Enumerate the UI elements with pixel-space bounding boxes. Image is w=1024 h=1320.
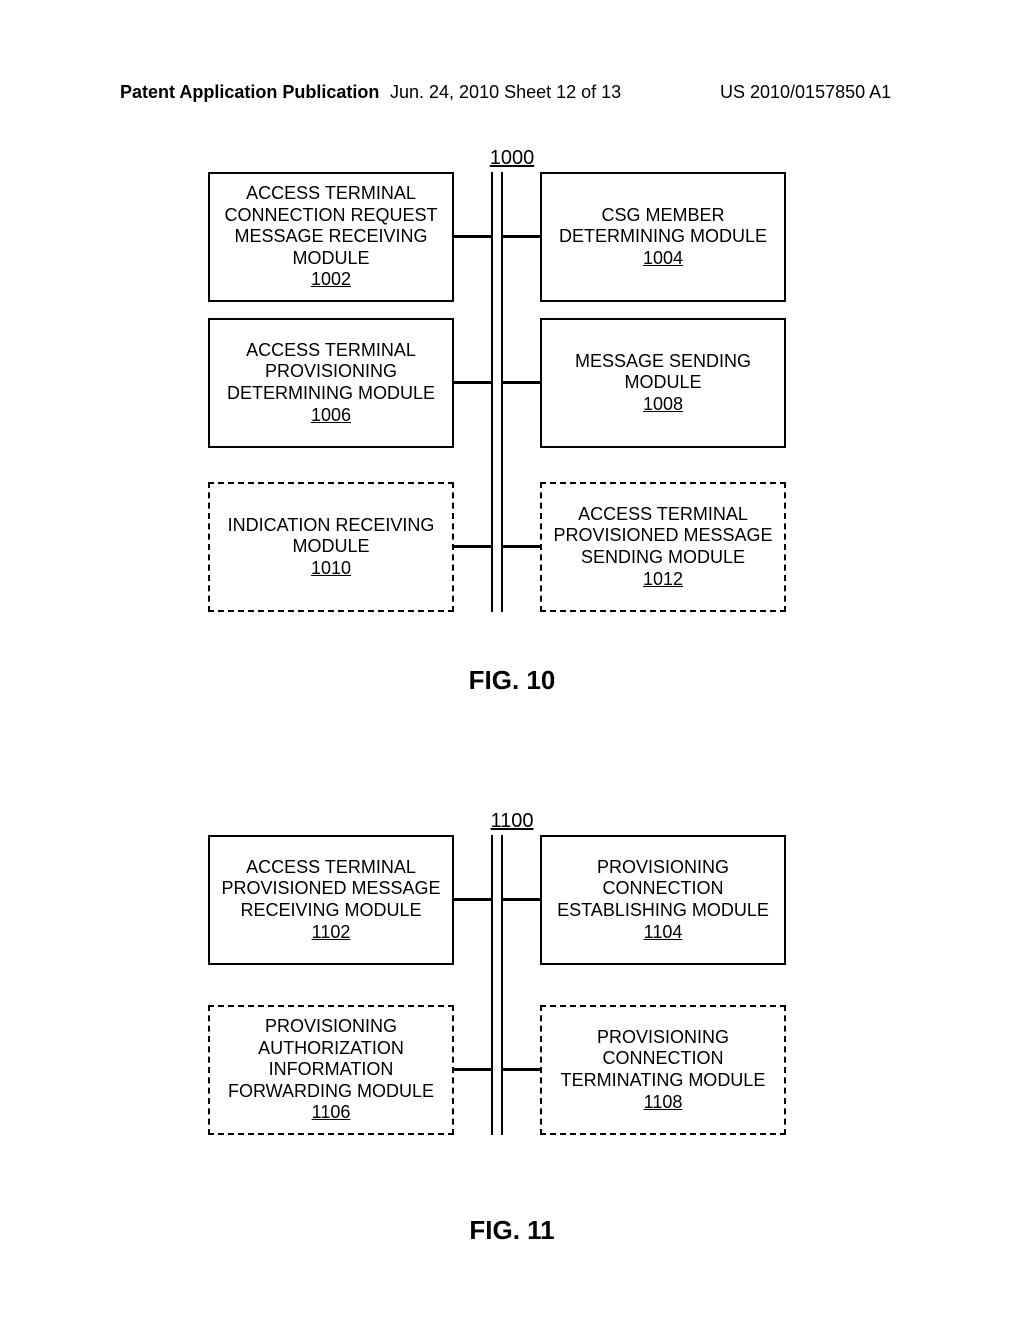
stub <box>454 1068 491 1071</box>
header-left: Patent Application Publication <box>120 82 379 103</box>
stub <box>503 898 540 901</box>
module-1104-text: PROVISIONING CONNECTION ESTABLISHING MOD… <box>546 857 780 922</box>
module-1104: PROVISIONING CONNECTION ESTABLISHING MOD… <box>540 835 786 965</box>
fig10-bus <box>491 172 503 612</box>
module-1108-ref: 1108 <box>644 1092 683 1114</box>
module-1004-ref: 1004 <box>643 248 683 270</box>
stub <box>454 381 491 384</box>
module-1010-text: INDICATION RECEIVING MODULE <box>214 515 448 558</box>
module-1004-text: CSG MEMBER DETERMINING MODULE <box>546 205 780 248</box>
fig10-caption: FIG. 10 <box>0 665 1024 696</box>
module-1008-text: MESSAGE SENDING MODULE <box>546 351 780 394</box>
fig11-top-label: 1100 <box>0 810 1024 833</box>
module-1012-text: ACCESS TERMINAL PROVISIONED MESSAGE SEND… <box>546 504 780 569</box>
stub <box>454 545 491 548</box>
stub <box>503 235 540 238</box>
header-mid: Jun. 24, 2010 Sheet 12 of 13 <box>390 82 621 103</box>
module-1104-ref: 1104 <box>644 922 683 944</box>
module-1102-ref: 1102 <box>312 922 351 944</box>
module-1012-ref: 1012 <box>643 569 683 591</box>
module-1108: PROVISIONING CONNECTION TERMINATING MODU… <box>540 1005 786 1135</box>
module-1002-ref: 1002 <box>311 269 351 291</box>
module-1008-ref: 1008 <box>643 394 683 416</box>
stub <box>503 1068 540 1071</box>
module-1006: ACCESS TERMINAL PROVISIONING DETERMINING… <box>208 318 454 448</box>
fig11-bus <box>491 835 503 1135</box>
module-1102: ACCESS TERMINAL PROVISIONED MESSAGE RECE… <box>208 835 454 965</box>
module-1010: INDICATION RECEIVING MODULE 1010 <box>208 482 454 612</box>
fig10-top-label: 1000 <box>0 147 1024 170</box>
module-1010-ref: 1010 <box>311 558 351 580</box>
page: Patent Application Publication Jun. 24, … <box>0 0 1024 1320</box>
module-1106-text: PROVISIONING AUTHORIZATION INFORMATION F… <box>214 1016 448 1102</box>
module-1106: PROVISIONING AUTHORIZATION INFORMATION F… <box>208 1005 454 1135</box>
stub <box>503 381 540 384</box>
module-1002-text: ACCESS TERMINAL CONNECTION REQUEST MESSA… <box>214 183 448 269</box>
header-right: US 2010/0157850 A1 <box>720 82 891 103</box>
module-1106-ref: 1106 <box>312 1102 351 1124</box>
module-1008: MESSAGE SENDING MODULE 1008 <box>540 318 786 448</box>
stub <box>454 898 491 901</box>
stub <box>454 235 491 238</box>
module-1102-text: ACCESS TERMINAL PROVISIONED MESSAGE RECE… <box>214 857 448 922</box>
module-1002: ACCESS TERMINAL CONNECTION REQUEST MESSA… <box>208 172 454 302</box>
fig11-caption: FIG. 11 <box>0 1215 1024 1246</box>
module-1012: ACCESS TERMINAL PROVISIONED MESSAGE SEND… <box>540 482 786 612</box>
module-1006-ref: 1006 <box>311 405 351 427</box>
module-1108-text: PROVISIONING CONNECTION TERMINATING MODU… <box>546 1027 780 1092</box>
module-1004: CSG MEMBER DETERMINING MODULE 1004 <box>540 172 786 302</box>
module-1006-text: ACCESS TERMINAL PROVISIONING DETERMINING… <box>214 340 448 405</box>
stub <box>503 545 540 548</box>
